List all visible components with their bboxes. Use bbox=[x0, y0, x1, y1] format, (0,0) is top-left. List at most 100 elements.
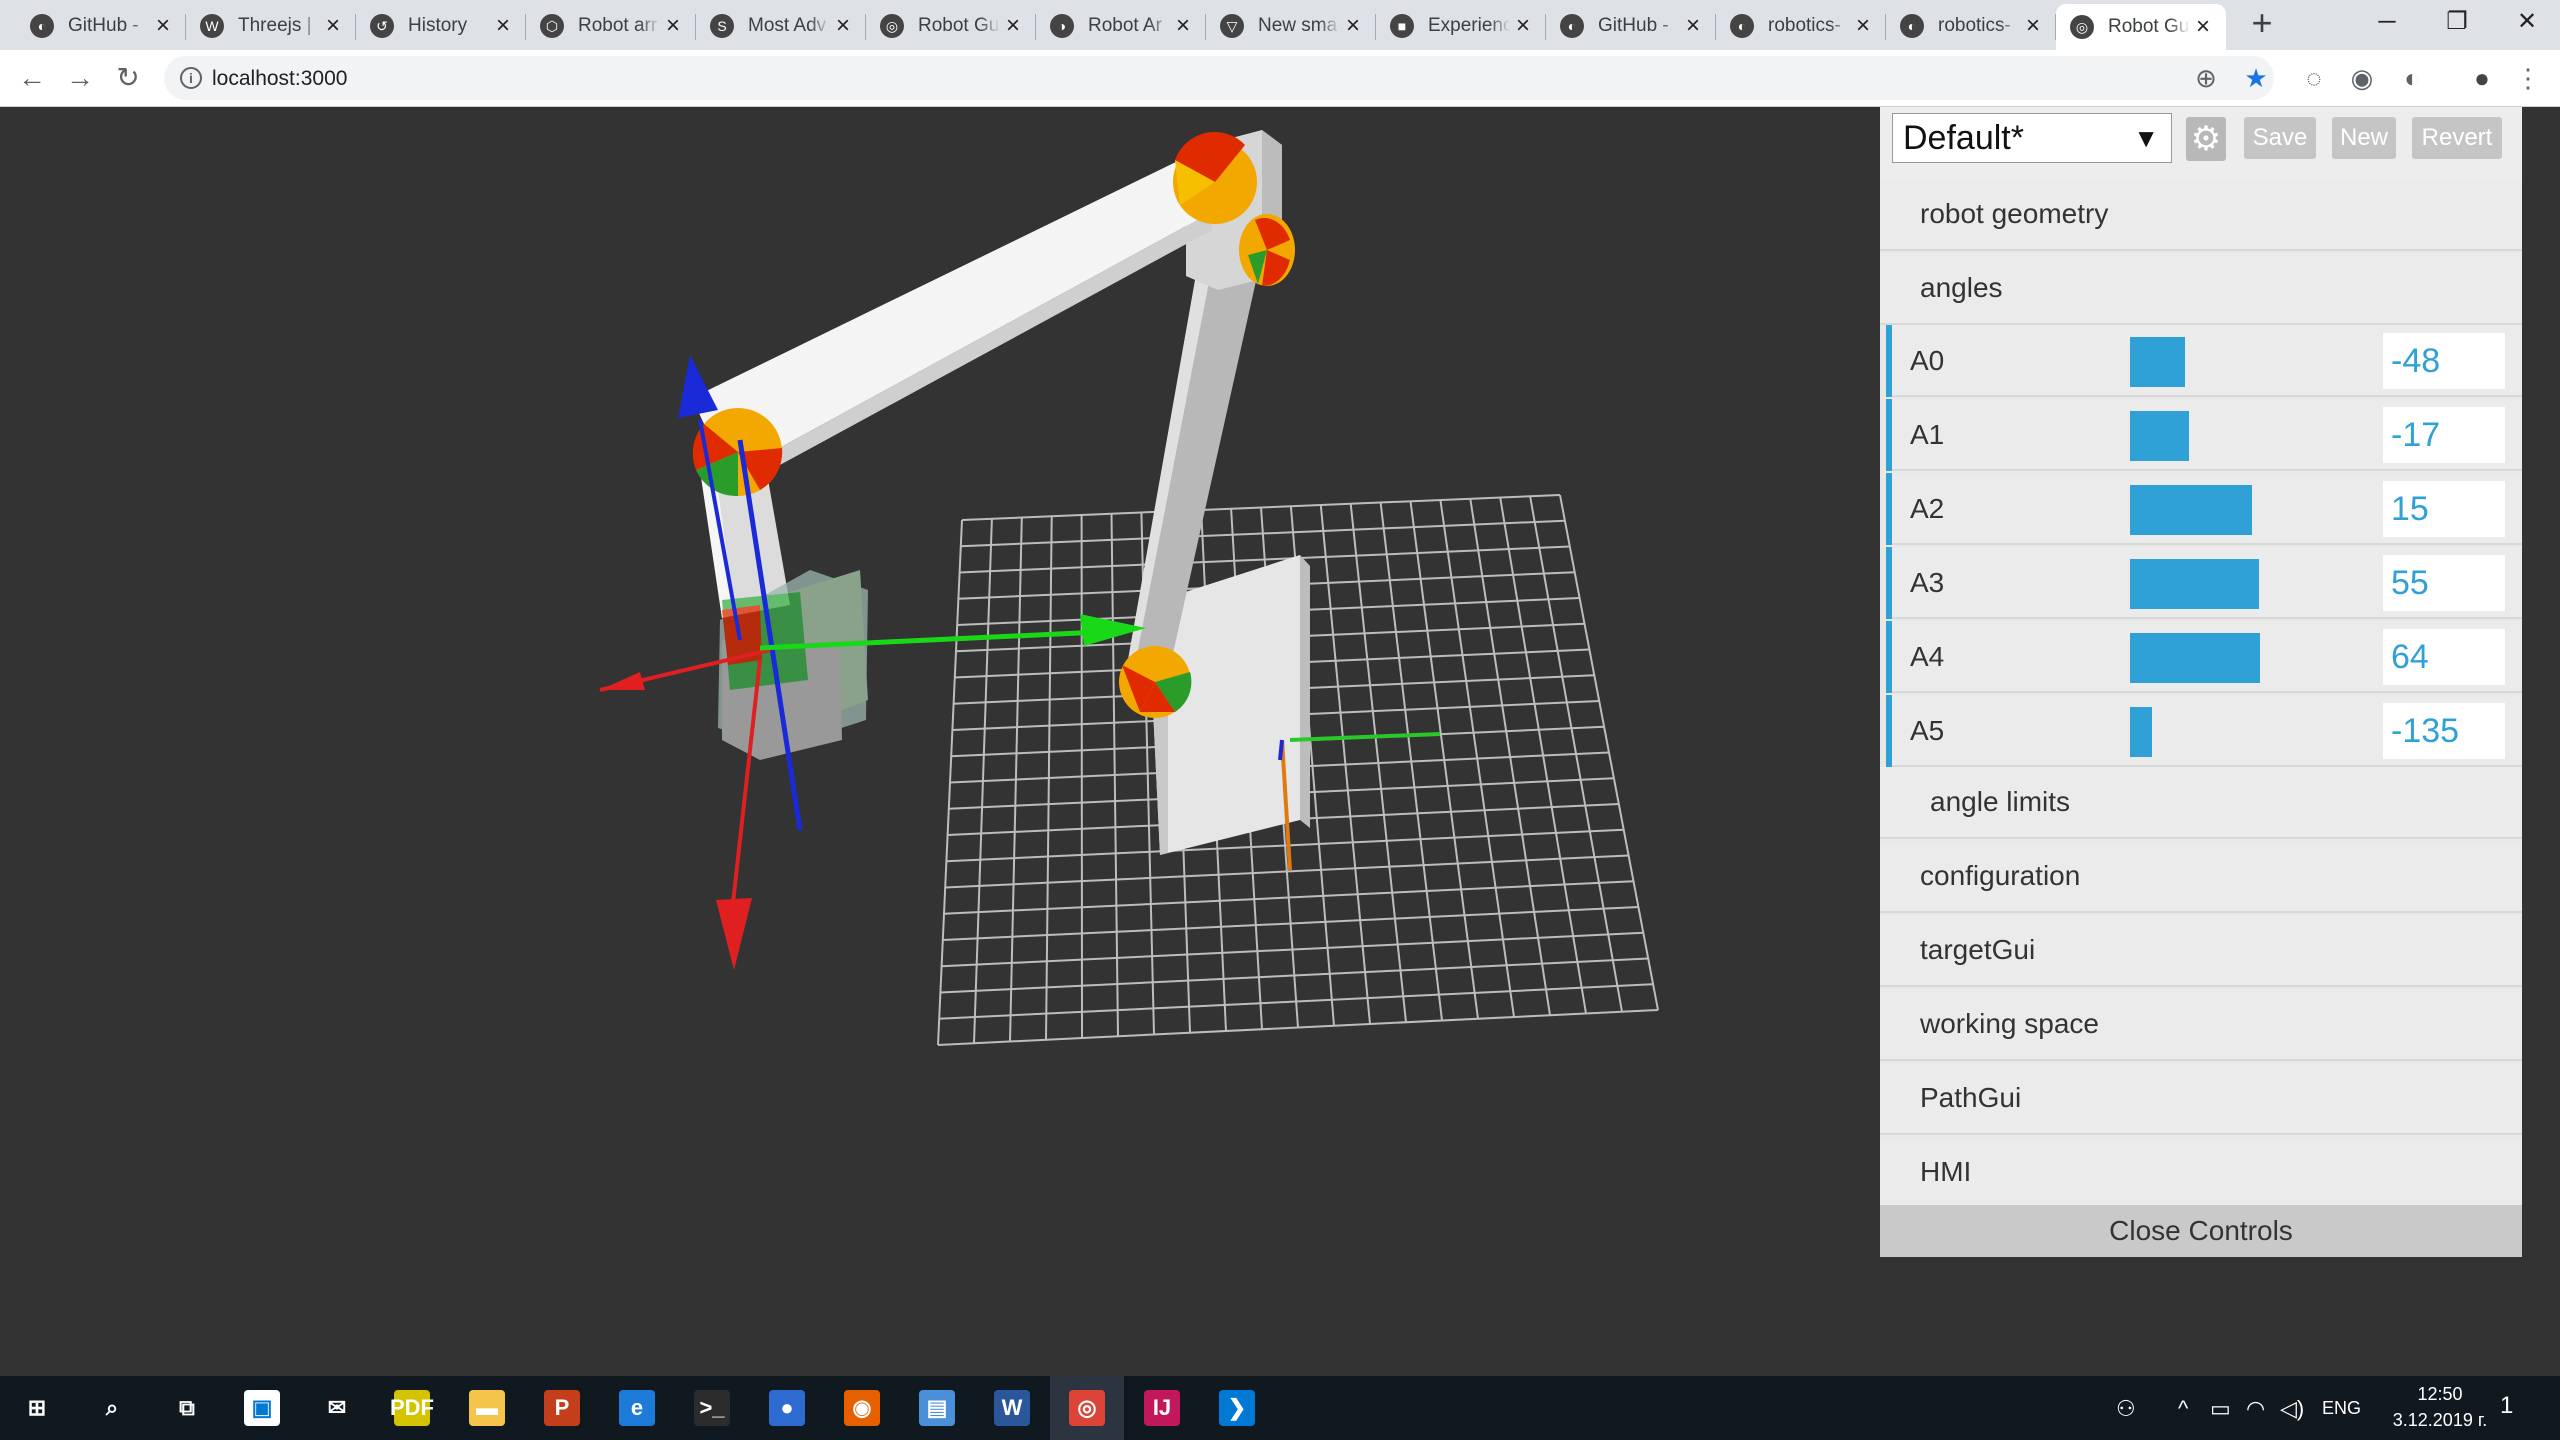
mail-taskbar-button[interactable]: ✉ bbox=[300, 1376, 374, 1440]
forward-button[interactable]: → bbox=[62, 60, 98, 96]
folder-target-gui[interactable]: targetGui bbox=[1880, 915, 2522, 987]
minimize-button[interactable]: ─ bbox=[2352, 0, 2422, 44]
language-indicator[interactable]: ENG bbox=[2322, 1398, 2361, 1419]
tray-chevron-icon[interactable]: ^ bbox=[2178, 1396, 2188, 1422]
tab[interactable]: W Threejs | × bbox=[186, 6, 356, 46]
account-icon[interactable]: ● bbox=[2466, 62, 2498, 94]
terminal-taskbar-button[interactable]: >_ bbox=[675, 1376, 749, 1440]
close-tab-icon[interactable]: × bbox=[1510, 12, 1536, 40]
explorer-taskbar-button[interactable]: ▬ bbox=[450, 1376, 524, 1440]
tab-title: robotics- bbox=[1768, 15, 1841, 36]
people-icon[interactable]: ⚇ bbox=[2116, 1396, 2136, 1422]
close-tab-icon[interactable]: × bbox=[320, 12, 346, 40]
angle-value-input[interactable]: -17 bbox=[2383, 407, 2505, 463]
volume-icon[interactable]: ◁) bbox=[2280, 1396, 2304, 1422]
info-icon[interactable]: i bbox=[180, 67, 202, 89]
angle-slider[interactable] bbox=[2130, 559, 2364, 609]
angle-slider[interactable] bbox=[2130, 633, 2364, 683]
tab[interactable]: ↺ History × bbox=[356, 6, 526, 46]
menu-icon[interactable]: ⋮ bbox=[2512, 62, 2544, 94]
folder-angles[interactable]: angles bbox=[1880, 253, 2522, 325]
start-taskbar-button[interactable]: ⊞ bbox=[0, 1376, 74, 1440]
grid-line bbox=[1499, 497, 1587, 1014]
close-tab-icon[interactable]: × bbox=[1000, 12, 1026, 40]
tab[interactable]: ◐ GitHub - × bbox=[16, 6, 186, 46]
tab-title: GitHub - bbox=[68, 15, 139, 36]
new-button[interactable]: New bbox=[2332, 117, 2396, 159]
firefox-taskbar-button[interactable]: ◉ bbox=[825, 1376, 899, 1440]
tab[interactable]: ⬡ Robot arr × bbox=[526, 6, 696, 46]
folder-angle-limits[interactable]: angle limits bbox=[1880, 767, 2522, 839]
gear-icon[interactable]: ⚙ bbox=[2186, 117, 2226, 161]
angle-value-input[interactable]: -135 bbox=[2383, 703, 2505, 759]
notepad-taskbar-button[interactable]: ▤ bbox=[900, 1376, 974, 1440]
bookmark-star-icon[interactable]: ★ bbox=[2240, 62, 2272, 94]
angle-value-input[interactable]: 55 bbox=[2383, 555, 2505, 611]
close-tab-icon[interactable]: × bbox=[660, 12, 686, 40]
pdf-taskbar-button[interactable]: PDF bbox=[375, 1376, 449, 1440]
angle-slider[interactable] bbox=[2130, 485, 2364, 535]
intellij-taskbar-button[interactable]: IJ bbox=[1125, 1376, 1199, 1440]
store-taskbar-button[interactable]: ▣ bbox=[225, 1376, 299, 1440]
tab[interactable]: S Most Adv × bbox=[696, 6, 866, 46]
angle-slider[interactable] bbox=[2130, 411, 2364, 461]
angle-value-input[interactable]: 15 bbox=[2383, 481, 2505, 537]
tab[interactable]: ◐ GitHub - × bbox=[1546, 6, 1716, 46]
back-button[interactable]: ← bbox=[14, 60, 50, 96]
address-bar[interactable]: i localhost:3000 bbox=[164, 56, 2274, 100]
folder-configuration[interactable]: configuration bbox=[1880, 841, 2522, 913]
battery-icon[interactable]: ▭ bbox=[2210, 1396, 2231, 1422]
chat-taskbar-button[interactable]: ● bbox=[750, 1376, 824, 1440]
chrome-taskbar-button[interactable]: ◎ bbox=[1050, 1376, 1124, 1440]
tab-active[interactable]: ◎ Robot Gu × bbox=[2056, 4, 2226, 50]
extension-icon[interactable]: ◌ bbox=[2298, 62, 2330, 94]
close-tab-icon[interactable]: × bbox=[830, 12, 856, 40]
close-window-button[interactable]: ✕ bbox=[2492, 0, 2560, 44]
close-tab-icon[interactable]: × bbox=[2190, 13, 2216, 41]
clock-date[interactable]: 3.12.2019 г. bbox=[2372, 1410, 2508, 1431]
close-tab-icon[interactable]: × bbox=[1680, 12, 1706, 40]
save-button[interactable]: Save bbox=[2244, 117, 2316, 159]
notifications-icon[interactable]: 1 bbox=[2500, 1392, 2513, 1420]
close-tab-icon[interactable]: × bbox=[490, 12, 516, 40]
close-tab-icon[interactable]: × bbox=[1340, 12, 1366, 40]
preset-select[interactable]: Default* ▼ bbox=[1892, 113, 2172, 163]
tab[interactable]: ■ Experienc × bbox=[1376, 6, 1546, 46]
angle-slider[interactable] bbox=[2130, 337, 2364, 387]
extension-icon[interactable]: ◉ bbox=[2346, 62, 2378, 94]
angle-value-input[interactable]: 64 bbox=[2383, 629, 2505, 685]
close-tab-icon[interactable]: × bbox=[1850, 12, 1876, 40]
reload-button[interactable]: ↻ bbox=[110, 60, 146, 96]
folder-working-space[interactable]: working space bbox=[1880, 989, 2522, 1061]
angle-slider[interactable] bbox=[2130, 707, 2364, 757]
folder-path-gui[interactable]: PathGui bbox=[1880, 1063, 2522, 1135]
new-tab-button[interactable]: + bbox=[2244, 5, 2280, 42]
tab[interactable]: ◐ robotics- × bbox=[1716, 6, 1886, 46]
folder-robot-geometry[interactable]: robot geometry bbox=[1880, 179, 2522, 251]
tab[interactable]: ◐ robotics- × bbox=[1886, 6, 2056, 46]
word-taskbar-button[interactable]: W bbox=[975, 1376, 1049, 1440]
url-text[interactable]: localhost:3000 bbox=[212, 67, 347, 91]
slider-fill bbox=[2130, 337, 2185, 387]
folder-hmi[interactable]: HMI bbox=[1880, 1137, 2522, 1209]
angle-value-input[interactable]: -48 bbox=[2383, 333, 2505, 389]
close-tab-icon[interactable]: × bbox=[1170, 12, 1196, 40]
zoom-icon[interactable]: ⊕ bbox=[2190, 62, 2222, 94]
revert-button[interactable]: Revert bbox=[2412, 117, 2502, 159]
task-view-taskbar-button[interactable]: ⧉ bbox=[150, 1376, 224, 1440]
angle-row-a2: A2 15 bbox=[1886, 473, 2522, 545]
tab[interactable]: ▽ New sma × bbox=[1206, 6, 1376, 46]
vscode-taskbar-button[interactable]: ❯ bbox=[1200, 1376, 1274, 1440]
maximize-button[interactable]: ❐ bbox=[2422, 0, 2492, 44]
wifi-icon[interactable]: ◠ bbox=[2246, 1396, 2265, 1422]
clock-time[interactable]: 12:50 bbox=[2400, 1384, 2480, 1405]
close-tab-icon[interactable]: × bbox=[2020, 12, 2046, 40]
close-tab-icon[interactable]: × bbox=[150, 12, 176, 40]
search-taskbar-button[interactable]: ⌕ bbox=[75, 1376, 149, 1440]
edge-taskbar-button[interactable]: e bbox=[600, 1376, 674, 1440]
tab[interactable]: ◎ Robot Gu × bbox=[866, 6, 1036, 46]
powerpoint-taskbar-button[interactable]: P bbox=[525, 1376, 599, 1440]
close-controls-button[interactable]: Close Controls bbox=[1880, 1205, 2522, 1257]
dark-mode-icon[interactable]: ◐ bbox=[2396, 62, 2428, 94]
tab[interactable]: ◑ Robot Ar × bbox=[1036, 6, 1206, 46]
